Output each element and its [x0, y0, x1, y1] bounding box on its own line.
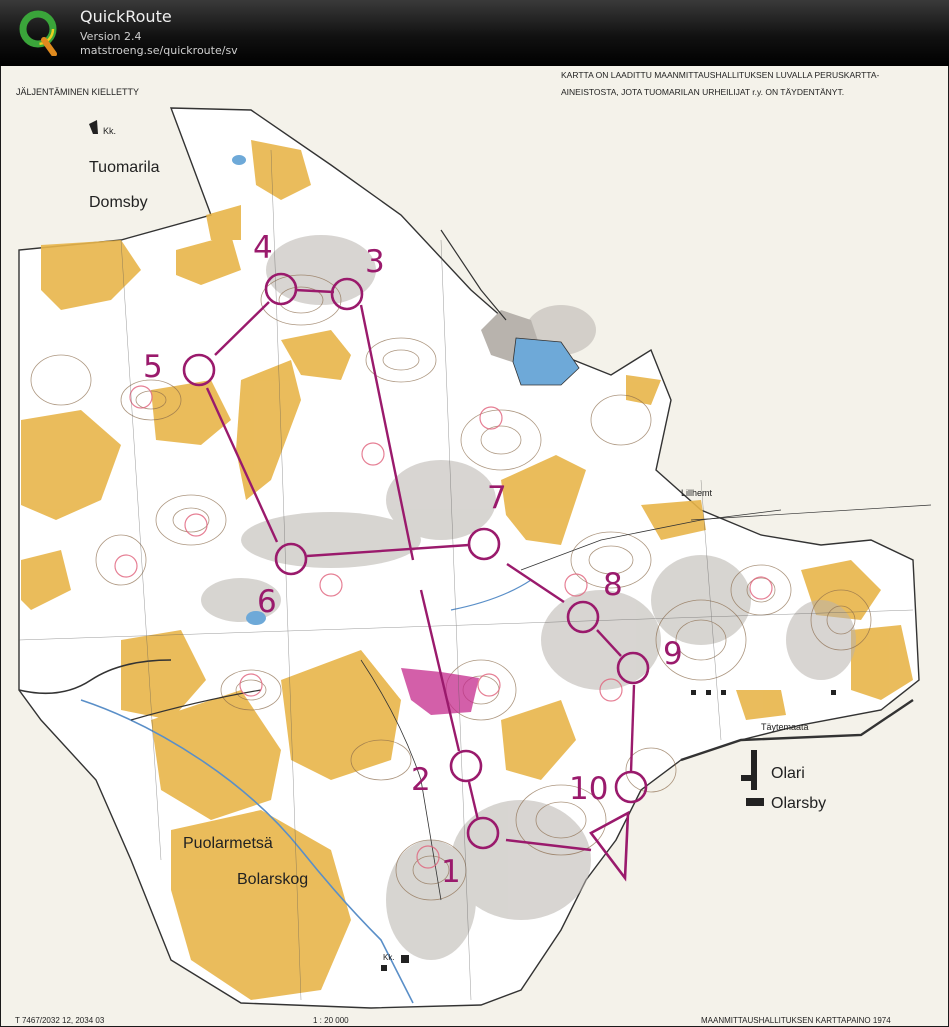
control-7-label: 7 — [487, 480, 507, 516]
credit-line-2: AINEISTOSTA, JOTA TUOMARILAN URHEILIJAT … — [561, 87, 844, 97]
place-tuomarila: Tuomarila — [89, 159, 160, 176]
footer-left: T 7467/2032 12, 2034 03 — [15, 1016, 105, 1025]
control-10-label: 10 — [569, 771, 608, 807]
control-5-label: 5 — [143, 349, 163, 385]
control-2-label: 2 — [411, 762, 431, 798]
control-8-label: 8 — [603, 567, 623, 603]
control-9-label: 9 — [663, 636, 683, 672]
copy-notice: JÄLJENTÄMINEN KIELLETTY — [16, 87, 139, 97]
place-kk-top: Kk. — [103, 126, 116, 136]
place-lillhemt: Lillhemt — [681, 488, 713, 498]
control-4-label: 4 — [253, 230, 273, 266]
place-puolarmetsa: Puolarmetsä — [183, 835, 273, 852]
place-bolarskog: Bolarskog — [237, 871, 308, 888]
app-version: Version 2.4 — [80, 30, 142, 43]
map-view[interactable]: 1 2 3 4 5 6 7 8 9 10 Tuomarila Domsby Li… — [1, 66, 948, 1026]
control-6-label: 6 — [257, 584, 277, 620]
control-1-label: 1 — [441, 854, 461, 890]
orienteering-map[interactable]: 1 2 3 4 5 6 7 8 9 10 Tuomarila Domsby Li… — [1, 66, 948, 1026]
app-url: matstroeng.se/quickroute/sv — [80, 44, 238, 57]
footer-right: MAANMITTAUSHALLITUKSEN KARTTAPAINO 1974 — [701, 1016, 891, 1025]
place-olari: Olari — [771, 765, 805, 782]
credit-line-1: KARTTA ON LAADITTU MAANMITTAUSHALLITUKSE… — [561, 70, 880, 80]
place-domsby: Domsby — [89, 194, 148, 211]
place-kk-bottom: Kk. — [383, 953, 395, 962]
control-3-label: 3 — [365, 244, 385, 280]
place-taytemaata: Täytemaata — [761, 722, 809, 732]
quickroute-logo-icon — [19, 10, 57, 56]
app-name: QuickRoute — [80, 7, 172, 26]
title-bar: QuickRoute Version 2.4 matstroeng.se/qui… — [0, 0, 949, 66]
place-olarsby: Olarsby — [771, 795, 826, 812]
map-scale: 1 : 20 000 — [313, 1016, 349, 1025]
